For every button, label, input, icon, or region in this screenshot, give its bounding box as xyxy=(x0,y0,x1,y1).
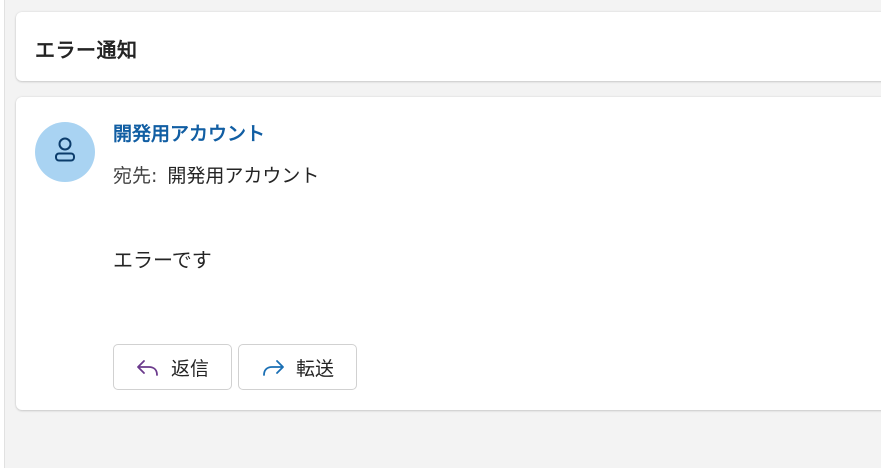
forward-arrow-icon xyxy=(260,356,286,378)
message-subject: エラー通知 xyxy=(35,38,138,62)
message-card: 開発用アカウント 宛先: 開発用アカウント エラーです 返信 転送 xyxy=(16,97,881,410)
recipient-line: 宛先: 開発用アカウント xyxy=(113,161,319,188)
forward-button[interactable]: 転送 xyxy=(238,344,357,390)
left-pane-edge xyxy=(0,0,5,468)
sender-name[interactable]: 開発用アカウント xyxy=(113,119,265,146)
to-label: 宛先: xyxy=(113,165,158,187)
message-body: エラーです xyxy=(113,248,212,272)
reply-label: 返信 xyxy=(171,357,210,380)
reply-button[interactable]: 返信 xyxy=(113,344,232,390)
reply-arrow-icon xyxy=(135,356,161,378)
forward-label: 転送 xyxy=(296,357,335,380)
recipient-name[interactable]: 開発用アカウント xyxy=(167,165,319,187)
person-icon xyxy=(53,136,77,168)
subject-header: エラー通知 xyxy=(16,12,881,81)
sender-avatar[interactable] xyxy=(35,122,95,182)
